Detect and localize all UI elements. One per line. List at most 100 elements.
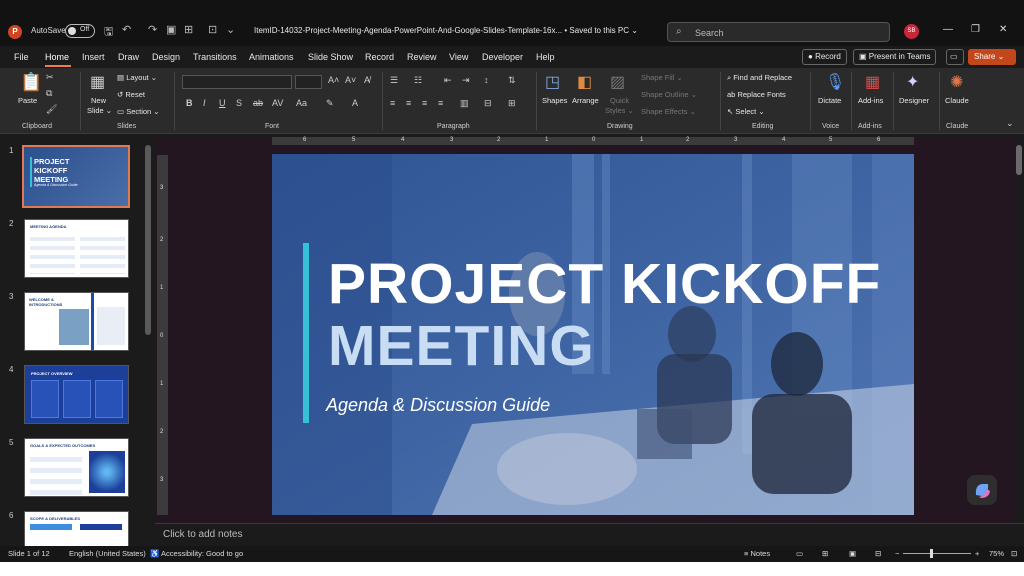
char-spacing-icon[interactable]: AV	[272, 98, 283, 108]
save-icon[interactable]: 🖫	[104, 23, 113, 42]
slide-sorter-icon[interactable]: ⊞	[822, 549, 828, 558]
record-button[interactable]: ● Record	[802, 49, 847, 65]
present-icon[interactable]: ▣	[166, 23, 176, 36]
zoom-slider[interactable]	[903, 553, 971, 554]
slide-thumbnail-6[interactable]: SCOPE & DELIVERABLES	[24, 511, 129, 546]
tab-transitions[interactable]: Transitions	[193, 52, 237, 62]
notes-pane[interactable]: Click to add notes	[155, 523, 1024, 545]
change-case-icon[interactable]: Aa	[296, 98, 307, 108]
font-color-icon[interactable]: A	[352, 98, 358, 108]
slide-thumbnail-2[interactable]: MEETING AGENDA	[24, 219, 129, 278]
columns-icon[interactable]: ▥	[460, 98, 469, 109]
thumbnail-scrollbar[interactable]	[145, 145, 151, 335]
designer-icon[interactable]: ✦	[906, 72, 919, 92]
tab-slide-show[interactable]: Slide Show	[308, 52, 353, 62]
present-in-teams-button[interactable]: ▣ Present in Teams	[853, 49, 937, 65]
zoom-out-icon[interactable]: −	[895, 549, 899, 558]
normal-view-icon[interactable]: ▭	[796, 549, 803, 558]
current-slide[interactable]: PROJECT KICKOFF MEETING Agenda & Discuss…	[272, 154, 914, 515]
slide-subtitle[interactable]: Agenda & Discussion Guide	[326, 395, 550, 416]
tab-home[interactable]: Home	[45, 52, 69, 62]
tab-file[interactable]: File	[14, 52, 29, 62]
claude-icon[interactable]: ✺	[950, 72, 963, 92]
font-name-input[interactable]	[182, 75, 292, 89]
arrange-icon[interactable]: ◧	[577, 72, 592, 92]
smartart-icon[interactable]: ⊞	[508, 98, 516, 109]
microphone-icon[interactable]: 🎙	[825, 72, 845, 92]
search-box[interactable]: ⌕ Search	[667, 22, 890, 42]
tab-design[interactable]: Design	[152, 52, 180, 62]
format-icon[interactable]: ⊡	[208, 23, 217, 36]
close-icon[interactable]: ✕	[999, 24, 1007, 35]
new-slide-label-2[interactable]: Slide ⌄	[87, 106, 112, 115]
slide-title-line-1[interactable]: PROJECT KICKOFF	[328, 251, 881, 317]
slide-thumbnail-3[interactable]: WELCOME & INTRODUCTIONS	[24, 292, 129, 351]
slide-thumbnail-1[interactable]: PROJECT KICKOFF MEETING Agenda & Discuss…	[22, 145, 130, 208]
undo-icon[interactable]: ↶	[122, 23, 131, 36]
restore-icon[interactable]: ❐	[971, 24, 980, 35]
slide-layout-icon[interactable]: ⊞	[184, 23, 193, 36]
minimize-icon[interactable]: —	[943, 24, 953, 35]
claude-button[interactable]: Claude	[945, 96, 969, 105]
clear-formatting-icon[interactable]: A̸	[364, 75, 370, 85]
tab-developer[interactable]: Developer	[482, 52, 523, 62]
tab-insert[interactable]: Insert	[82, 52, 105, 62]
canvas-scrollbar[interactable]	[1016, 145, 1022, 175]
accessibility-status[interactable]: ♿ Accessibility: Good to go	[150, 549, 243, 558]
paste-button[interactable]: Paste	[18, 96, 37, 105]
zoom-level[interactable]: 75%	[989, 549, 1004, 558]
paste-icon[interactable]: 📋	[20, 72, 42, 93]
italic-icon[interactable]: I	[203, 98, 206, 108]
slide-title-line-2[interactable]: MEETING	[328, 313, 595, 379]
notes-toggle[interactable]: ≡ Notes	[744, 549, 770, 558]
designer-button[interactable]: Designer	[899, 96, 929, 105]
tab-view[interactable]: View	[449, 52, 468, 62]
align-center-icon[interactable]: ≡	[406, 98, 411, 108]
section-button[interactable]: ▭ Section ⌄	[117, 107, 160, 116]
new-slide-icon[interactable]: ▦	[90, 72, 105, 92]
collapse-ribbon-icon[interactable]: ⌄	[1006, 118, 1014, 129]
tab-draw[interactable]: Draw	[118, 52, 139, 62]
autosave-toggle[interactable]: Off	[65, 24, 95, 38]
bullets-icon[interactable]: ☰	[390, 75, 398, 86]
tab-animations[interactable]: Animations	[249, 52, 294, 62]
zoom-in-icon[interactable]: +	[975, 549, 979, 558]
increase-font-icon[interactable]: A˄	[328, 75, 339, 85]
copy-icon[interactable]: ⧉	[46, 88, 52, 99]
zoom-slider-thumb[interactable]	[930, 549, 933, 558]
replace-fonts-button[interactable]: ab Replace Fonts	[727, 90, 786, 99]
decrease-indent-icon[interactable]: ⇤	[444, 75, 452, 86]
tab-help[interactable]: Help	[536, 52, 555, 62]
language-status[interactable]: English (United States)	[69, 549, 146, 558]
align-left-icon[interactable]: ≡	[390, 98, 395, 108]
numbering-icon[interactable]: ☷	[414, 75, 422, 86]
slideshow-icon[interactable]: ⊟	[875, 549, 881, 558]
shapes-icon[interactable]: ◳	[545, 72, 560, 92]
shapes-button[interactable]: Shapes	[542, 96, 567, 105]
select-button[interactable]: ↖ Select ⌄	[727, 107, 765, 116]
highlight-icon[interactable]: ✎	[326, 98, 334, 109]
find-replace-button[interactable]: ⌕ Find and Replace	[727, 73, 792, 83]
layout-button[interactable]: ▤ Layout ⌄	[117, 73, 157, 82]
dictate-button[interactable]: Dictate	[818, 96, 841, 105]
format-painter-icon[interactable]: 🖌	[46, 104, 57, 115]
user-avatar[interactable]: SB	[904, 24, 919, 39]
reading-view-icon[interactable]: ▣	[849, 549, 856, 558]
tab-record[interactable]: Record	[365, 52, 394, 62]
redo-icon[interactable]: ↷	[148, 23, 157, 36]
cut-icon[interactable]: ✂	[46, 72, 54, 83]
bold-icon[interactable]: B	[186, 98, 193, 108]
arrange-button[interactable]: Arrange	[572, 96, 599, 105]
comments-icon[interactable]: ▭	[946, 49, 964, 65]
share-button[interactable]: Share ⌄	[968, 49, 1016, 65]
add-ins-button[interactable]: Add-ins	[858, 96, 883, 105]
increase-indent-icon[interactable]: ⇥	[462, 75, 470, 86]
align-right-icon[interactable]: ≡	[422, 98, 427, 108]
quick-access-more-icon[interactable]: ⌄	[226, 23, 235, 36]
reset-button[interactable]: ↺ Reset	[117, 90, 145, 99]
text-direction-icon[interactable]: ⇅	[508, 75, 516, 86]
justify-icon[interactable]: ≡	[438, 98, 443, 108]
decrease-font-icon[interactable]: A˅	[345, 75, 356, 85]
tab-review[interactable]: Review	[407, 52, 437, 62]
slide-thumbnail-5[interactable]: GOALS & EXPECTED OUTCOMES	[24, 438, 129, 497]
